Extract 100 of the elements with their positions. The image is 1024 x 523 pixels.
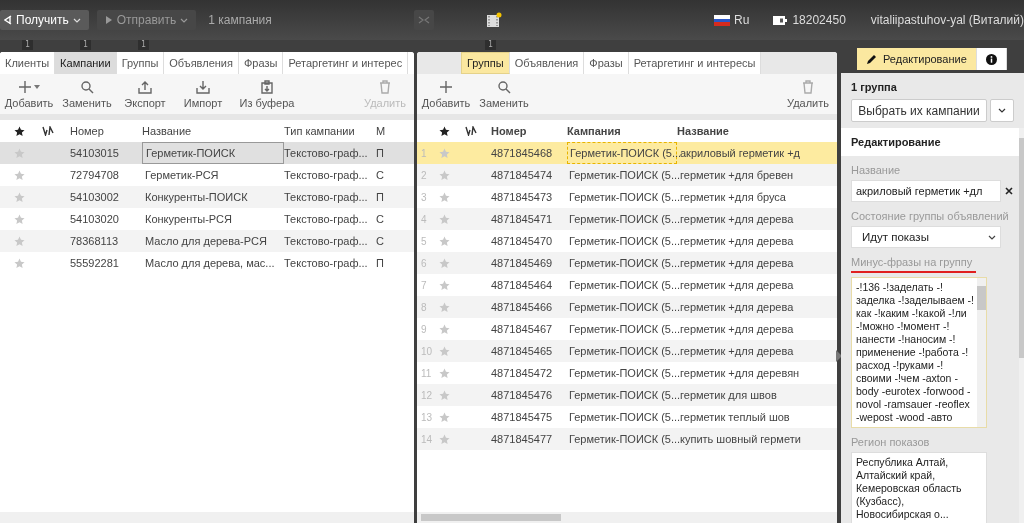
user-name[interactable]: vitaliipastuhov-yal (Виталий): [870, 13, 1024, 27]
star-icon[interactable]: [14, 147, 25, 159]
toolbar-button[interactable]: Из буфера: [232, 79, 302, 109]
star-icon[interactable]: [14, 235, 25, 247]
tab[interactable]: Фразы: [584, 52, 629, 74]
select-field[interactable]: Идут показы: [851, 226, 1001, 248]
table-cell: Герметик-ПОИСК: [142, 142, 284, 164]
table-cell-text: 4871845473: [491, 190, 554, 205]
send-icon: [104, 15, 113, 25]
star-icon[interactable]: [439, 257, 450, 269]
table-row[interactable]: 1 4871845468 Герметик-ПОИСК (5...акриловый герметик +д: [417, 142, 837, 164]
table-cell-text: 4871845464: [491, 278, 554, 293]
collapse-button[interactable]: [413, 10, 434, 30]
pencil-icon: [866, 53, 878, 65]
toolbar-button[interactable]: Импорт: [174, 79, 232, 109]
info-tab[interactable]: [976, 48, 1007, 70]
table-cell-text: С: [376, 212, 385, 227]
table-cell-text: 72794708: [70, 168, 120, 183]
expand-arrow-icon[interactable]: [836, 350, 842, 362]
star-icon[interactable]: [14, 191, 25, 203]
star-icon[interactable]: [439, 345, 450, 357]
close-icon[interactable]: [1005, 187, 1013, 195]
star-icon[interactable]: [439, 279, 450, 291]
star-icon[interactable]: [439, 235, 450, 247]
table-row[interactable]: 54103002 Конкуренты-ПОИСК Текстово-граф... П: [0, 186, 414, 208]
field-label: Минус-фразы на группу: [851, 256, 977, 273]
row-number: 1: [420, 147, 428, 159]
toolbar-button[interactable]: Заменить: [58, 79, 116, 109]
tab[interactable]: Группы: [461, 52, 510, 74]
delete-button[interactable]: Удалить: [779, 79, 837, 109]
table-row[interactable]: 4 4871845471 Герметик-ПОИСК (5...герметик +для дерева: [417, 208, 837, 230]
toolbar-button[interactable]: Заменить: [475, 79, 533, 109]
selection-count: 1 кампания: [208, 13, 272, 27]
select-campaigns-button[interactable]: Выбрать их кампании: [851, 99, 987, 122]
tab[interactable]: Объявления: [509, 52, 585, 74]
input-field[interactable]: акриловый герметик +дл: [851, 180, 1001, 202]
plus-icon: [18, 79, 32, 94]
star-icon[interactable]: [14, 125, 25, 137]
scrollbar[interactable]: [417, 512, 837, 523]
table-cell-text: 4871845469: [491, 256, 554, 271]
chevron-down-icon: [998, 108, 1006, 113]
tab[interactable]: Редактирование: [857, 48, 977, 70]
table-row[interactable]: 12 4871845476 Герметик-ПОИСК (5...герметик для швов: [417, 384, 837, 406]
table-cell-text: 55592281: [70, 256, 120, 271]
row-number: 4: [420, 213, 428, 225]
get-button[interactable]: Получить: [0, 10, 89, 30]
flag-icon[interactable]: [714, 14, 731, 26]
column-header[interactable]: Название: [142, 125, 284, 137]
star-icon[interactable]: [439, 191, 450, 203]
table-cell-text: Конкуренты-ПОИСК: [144, 190, 249, 205]
table-cell-text: Текстово-граф...: [284, 168, 369, 183]
table-cell-text: 4871845472: [491, 366, 554, 381]
dropdown-button[interactable]: [990, 99, 1014, 122]
toolbar-button[interactable]: Добавить: [0, 79, 58, 109]
toolbar-button[interactable]: Экспорт: [116, 79, 174, 109]
table-cell-text: 54103020: [70, 212, 120, 227]
region-field[interactable]: Республика Алтай, Алтайский край, Кемеровская область (Кузбасс), Новосибирская о...: [851, 452, 987, 523]
star-icon[interactable]: [439, 323, 450, 335]
film-icon[interactable]: [485, 12, 502, 28]
table-cell-text: Герметик-РСЯ: [144, 168, 220, 183]
star-icon[interactable]: [439, 169, 450, 181]
column-header[interactable]: М: [376, 125, 414, 137]
column-header[interactable]: Название: [677, 125, 837, 137]
column-header[interactable]: Тип кампании: [284, 125, 376, 137]
column-header[interactable]: Номер: [491, 125, 567, 137]
table-cell-text: П: [376, 146, 385, 161]
toolbar-button[interactable]: Добавить: [417, 79, 475, 109]
table-cell-text: Текстово-граф...: [284, 256, 369, 271]
row-number: 14: [420, 433, 434, 445]
sort-icon[interactable]: [465, 126, 477, 136]
row-number: 7: [420, 279, 428, 291]
tab[interactable]: Ретаргетинг и интересы: [628, 52, 762, 74]
star-icon[interactable]: [439, 367, 450, 379]
star-icon[interactable]: [14, 169, 25, 181]
table-cell-text: 4871845474: [491, 168, 554, 183]
column-header[interactable]: Номер: [70, 125, 142, 137]
tab[interactable]: Кампании: [55, 52, 117, 74]
table-row[interactable]: 14 4871845477 Герметик-ПОИСК (5...купить шовный гермети: [417, 428, 837, 450]
search-icon: [497, 79, 511, 94]
star-icon[interactable]: [439, 147, 450, 159]
scrollbar[interactable]: [0, 512, 414, 523]
star-icon[interactable]: [439, 301, 450, 313]
star-icon[interactable]: [439, 125, 450, 137]
table-row[interactable]: 78368113 Масло для дерева-РСЯ Текстово-граф... С: [0, 230, 414, 252]
table-cell-text: С: [376, 168, 385, 183]
table-cell-text: Текстово-граф...: [284, 190, 369, 205]
sort-icon[interactable]: [42, 126, 54, 136]
star-icon[interactable]: [439, 389, 450, 401]
language-label[interactable]: Ru: [734, 13, 750, 27]
table-row[interactable]: 54103015 Герметик-ПОИСК Текстово-граф... П: [0, 142, 414, 164]
star-icon[interactable]: [14, 257, 25, 269]
star-icon[interactable]: [439, 411, 450, 423]
star-icon[interactable]: [14, 213, 25, 225]
table-cell-text: 4871845476: [491, 388, 554, 403]
tab[interactable]: Клиенты: [0, 52, 56, 74]
text-area[interactable]: -!136 -!заделать -!заделка -!заделываем -!как -!каким -!какой -!ли -!можно -!момент -!нанести -!наносим -!применение -!работа -!расход -!руками -!своими -!чем -axton -body -eurotex -forwood -novol -ramsauer -reoflex -wepost -wood -авто: [851, 277, 987, 428]
star-icon[interactable]: [439, 433, 450, 445]
column-header[interactable]: Кампания: [567, 125, 677, 137]
row-number: 9: [420, 323, 428, 335]
star-icon[interactable]: [439, 213, 450, 225]
